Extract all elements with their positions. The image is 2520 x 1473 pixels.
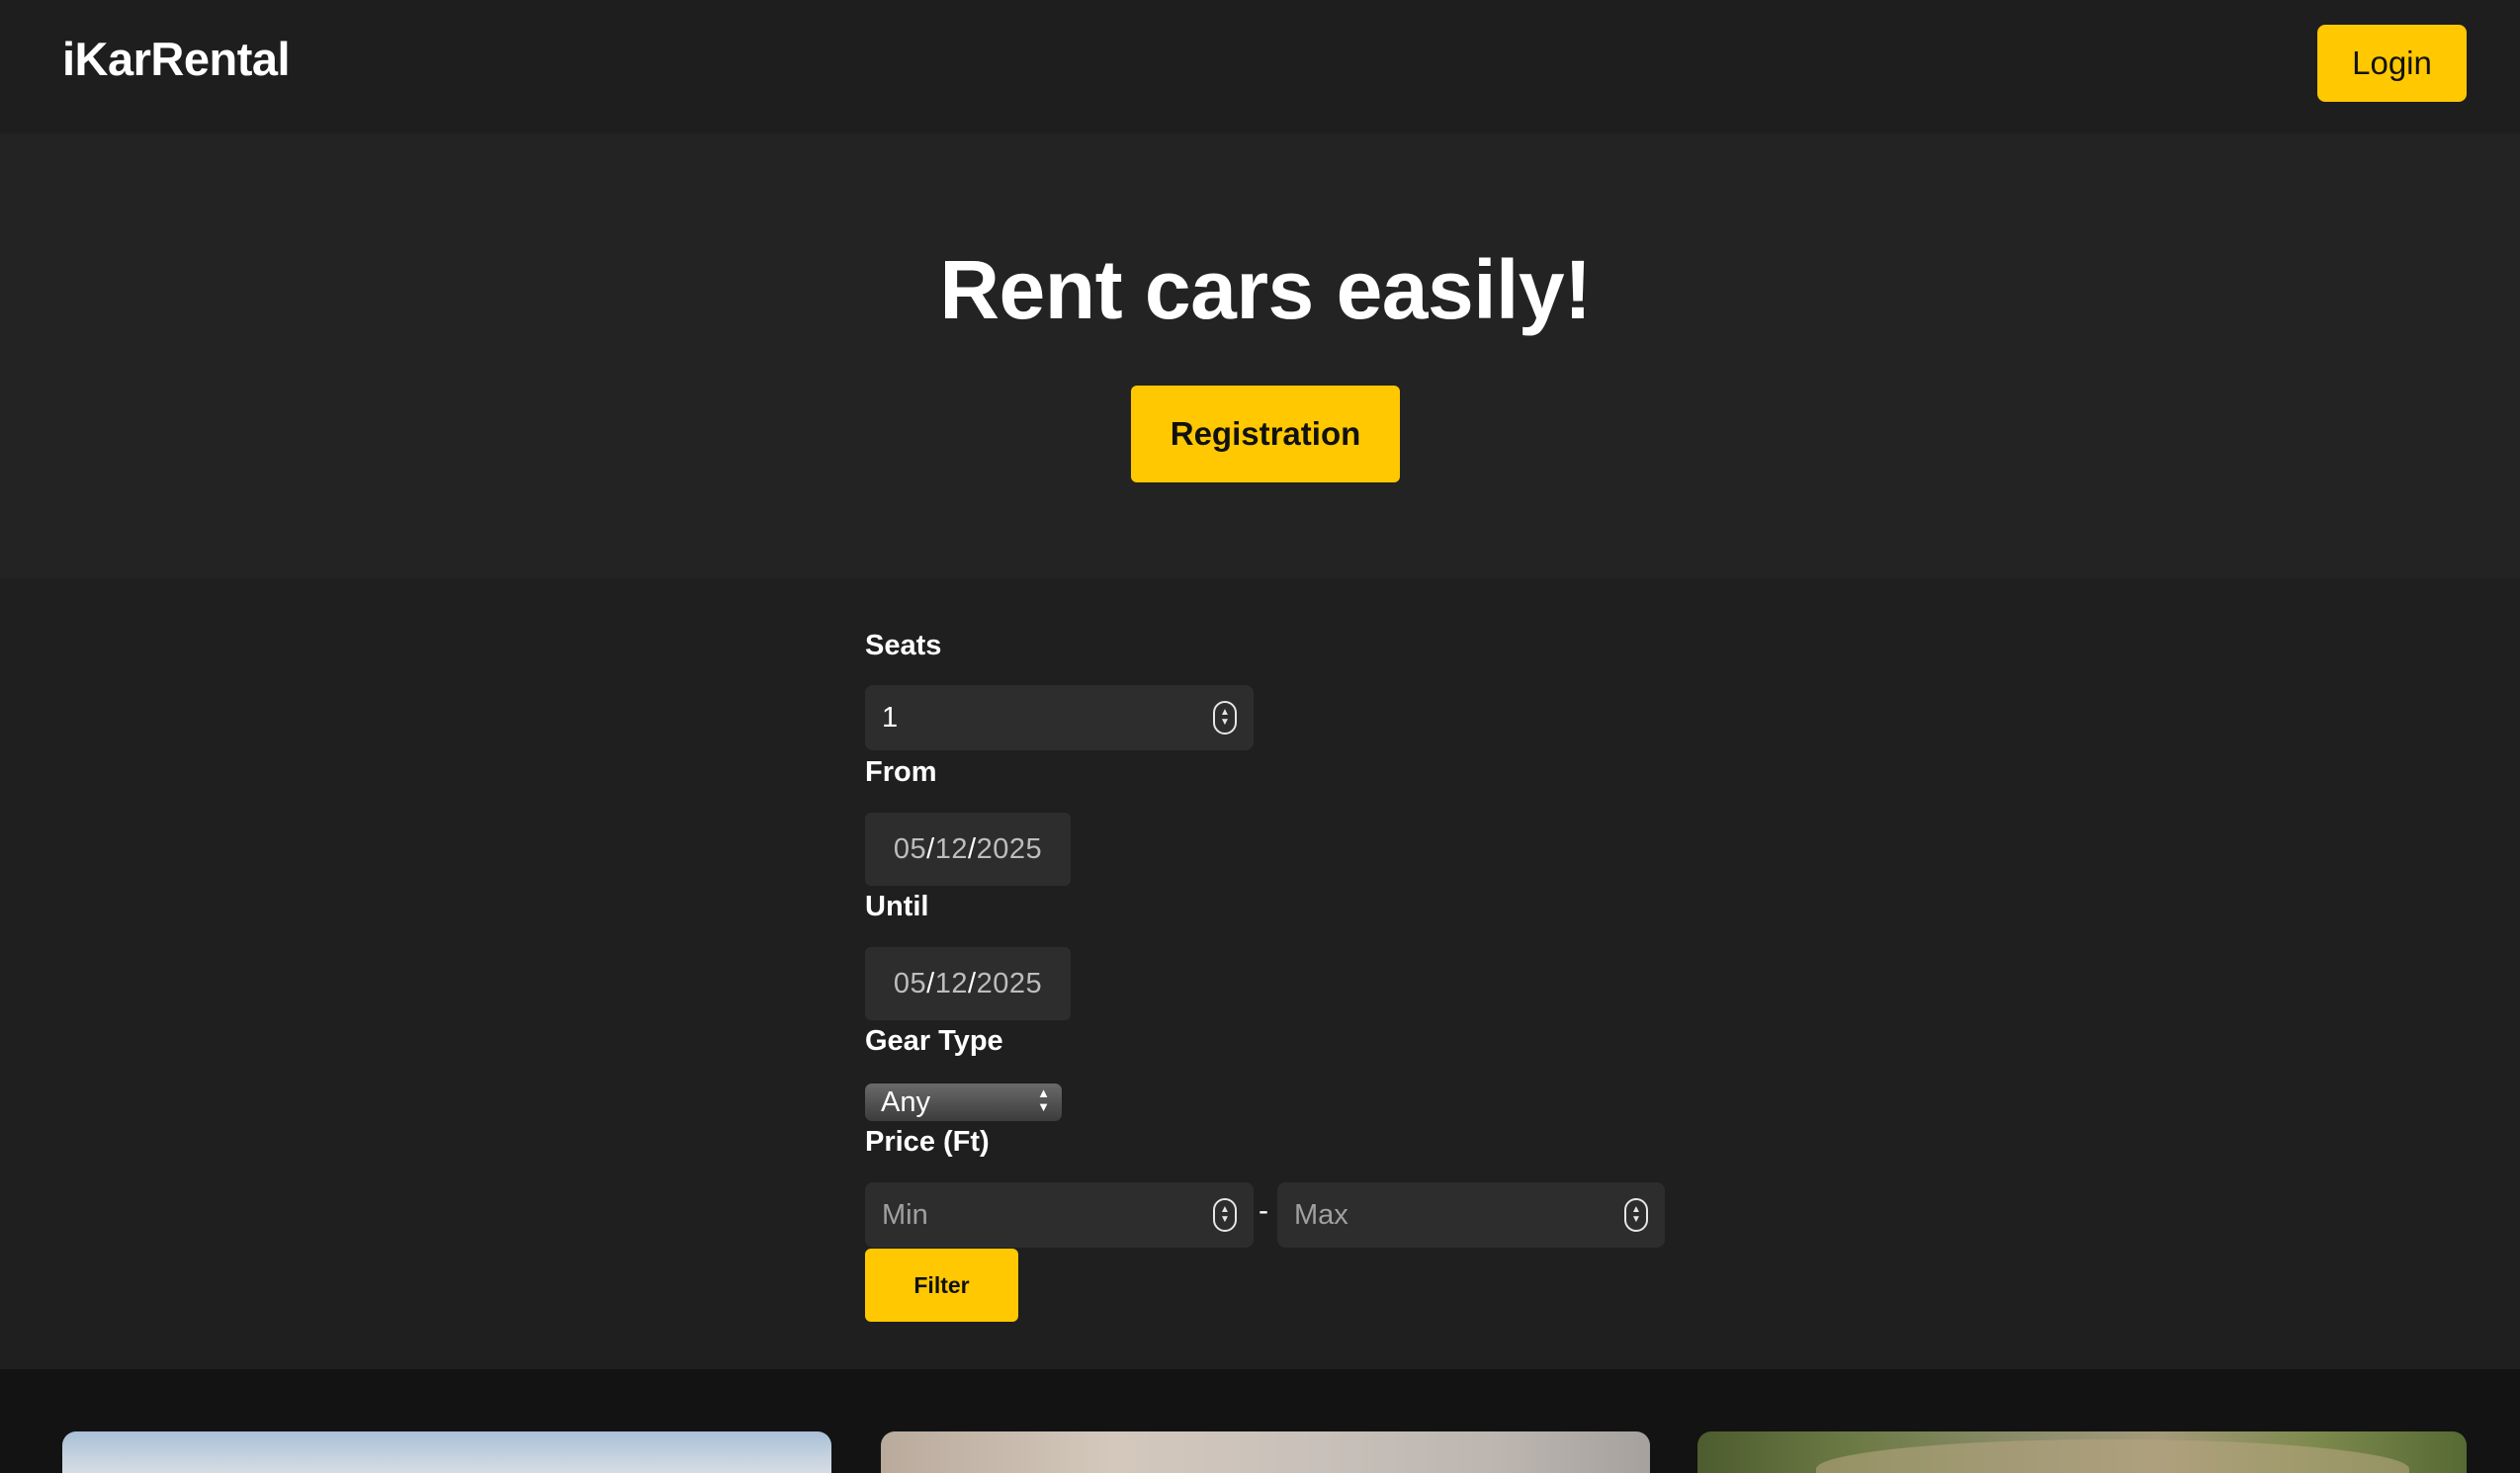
seats-input[interactable]: 1 ▲ ▼: [865, 685, 1254, 750]
from-day: 12: [934, 832, 968, 865]
car-card-image[interactable]: [62, 1431, 831, 1473]
image-scenery: [1816, 1439, 2409, 1473]
date-separator: /: [968, 832, 977, 865]
top-navbar: iKarRental Login: [0, 0, 2520, 133]
price-range-separator: -: [1259, 1194, 1268, 1227]
car-card-image[interactable]: [881, 1431, 1650, 1473]
until-label: Until: [865, 891, 929, 922]
filter-button[interactable]: Filter: [865, 1249, 1018, 1322]
hero-title: Rent cars easily!: [939, 243, 1592, 336]
select-arrows-icon: ▲ ▼: [1037, 1085, 1050, 1114]
from-year: 2025: [976, 832, 1043, 865]
gear-type-select[interactable]: Any ▲ ▼: [865, 1083, 1062, 1121]
date-separator: /: [968, 967, 977, 999]
price-label: Price (Ft): [865, 1126, 990, 1158]
date-separator: /: [926, 832, 935, 865]
gear-type-label: Gear Type: [865, 1025, 1003, 1057]
login-button[interactable]: Login: [2317, 25, 2467, 102]
from-month: 05: [893, 832, 927, 865]
price-min-input[interactable]: Min ▲ ▼: [865, 1182, 1254, 1248]
seats-value: 1: [882, 701, 899, 734]
until-month: 05: [893, 967, 927, 999]
price-min-stepper-icon[interactable]: ▲ ▼: [1213, 1198, 1237, 1232]
until-day: 12: [934, 967, 968, 999]
brand-logo[interactable]: iKarRental: [62, 32, 291, 86]
from-label: From: [865, 756, 937, 788]
price-max-placeholder: Max: [1294, 1198, 1348, 1231]
price-max-input[interactable]: Max ▲ ▼: [1277, 1182, 1665, 1248]
date-separator: /: [926, 967, 935, 999]
until-date-input[interactable]: 05/12/2025: [865, 947, 1071, 1020]
price-min-placeholder: Min: [882, 1198, 928, 1231]
price-max-stepper-icon[interactable]: ▲ ▼: [1624, 1198, 1648, 1232]
until-year: 2025: [976, 967, 1043, 999]
seats-stepper-icon[interactable]: ▲ ▼: [1213, 701, 1237, 735]
seats-label: Seats: [865, 630, 942, 661]
filter-section: [0, 578, 2520, 1369]
from-date-input[interactable]: 05/12/2025: [865, 813, 1071, 886]
car-card-image[interactable]: [1697, 1431, 2467, 1473]
hero-section: Rent cars easily! Registration: [0, 133, 2520, 578]
gear-type-value: Any: [881, 1085, 930, 1118]
registration-button[interactable]: Registration: [1131, 386, 1400, 482]
